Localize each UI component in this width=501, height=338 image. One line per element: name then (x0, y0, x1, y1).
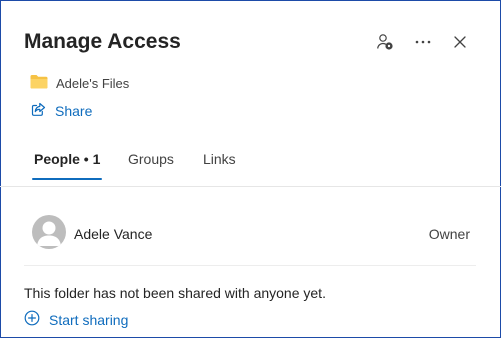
empty-share-message: This folder has not been shared with any… (24, 285, 326, 301)
start-sharing-link[interactable]: Start sharing (24, 310, 128, 329)
folder-icon (30, 74, 48, 92)
avatar (32, 215, 66, 249)
person-name: Adele Vance (74, 226, 153, 242)
tab-groups[interactable]: Groups (128, 151, 174, 167)
access-tabs: People • 1 Groups Links (0, 148, 501, 187)
start-sharing-label: Start sharing (49, 311, 129, 328)
more-icon[interactable] (411, 30, 435, 54)
tab-people[interactable]: People • 1 (34, 151, 100, 167)
tab-links[interactable]: Links (203, 151, 236, 167)
panel-title: Manage Access (24, 30, 181, 53)
share-link[interactable]: Share (31, 102, 92, 120)
share-icon (31, 102, 46, 120)
folder-info: Adele's Files (30, 74, 129, 92)
share-label: Share (55, 103, 93, 119)
person-row[interactable]: Adele Vance Owner (24, 213, 476, 266)
folder-name: Adele's Files (56, 75, 130, 91)
add-circle-icon (24, 310, 40, 329)
person-role: Owner (428, 226, 470, 242)
people-settings-icon[interactable] (373, 30, 397, 54)
close-icon[interactable] (448, 30, 472, 54)
active-tab-indicator (32, 178, 102, 180)
